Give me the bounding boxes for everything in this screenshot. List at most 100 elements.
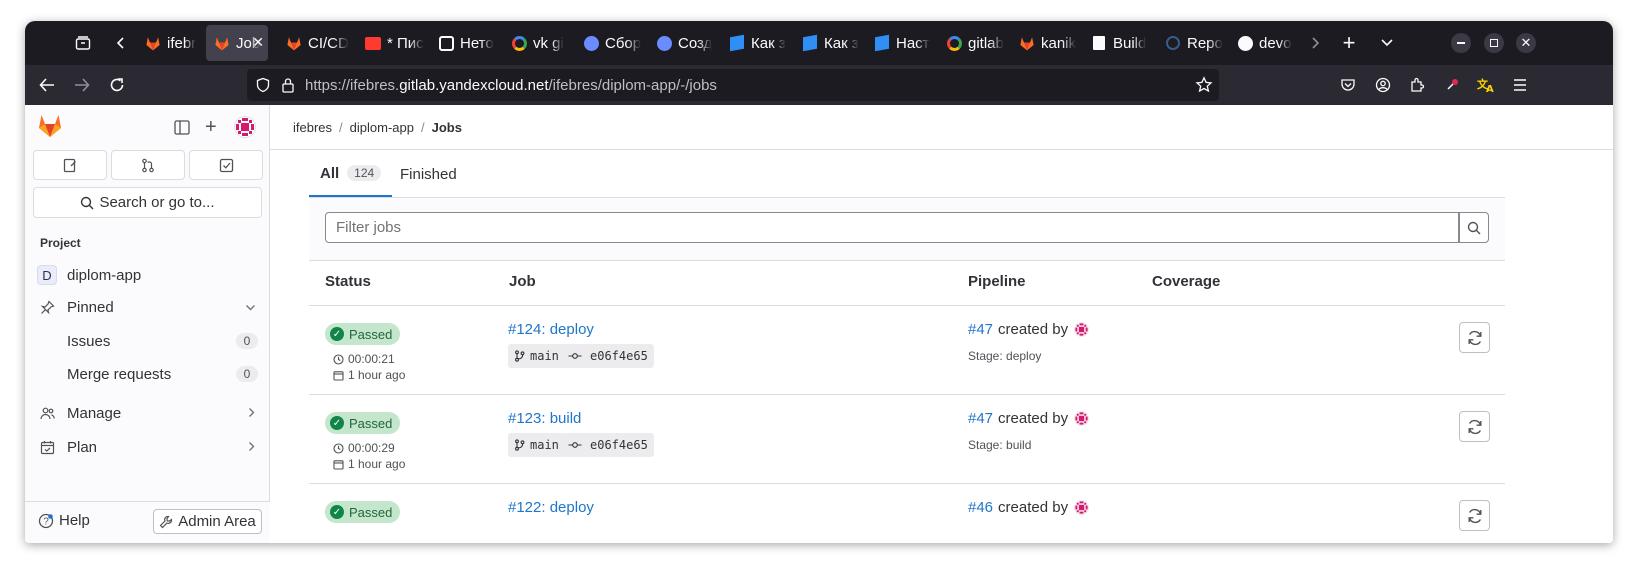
lock-icon[interactable] [281, 77, 295, 98]
sidebar-item-manage[interactable]: Manage [25, 398, 270, 428]
status-badge[interactable]: ✓ Passed [325, 323, 401, 345]
pipeline-link[interactable]: #47 [968, 321, 993, 338]
pinned-section[interactable]: Pinned [25, 292, 270, 322]
browser-tab[interactable]: Сбор [575, 25, 647, 61]
browser-tab[interactable]: CI/CD [278, 25, 351, 61]
forward-icon[interactable] [68, 71, 96, 99]
status-badge[interactable]: ✓ Passed [325, 501, 401, 523]
url-bar[interactable]: https://ifebres.gitlab.yandexcloud.net/i… [247, 69, 1219, 101]
scroll-tabs-left-icon[interactable] [107, 29, 135, 57]
close-window-icon[interactable]: ✕ [1512, 29, 1540, 57]
help-button[interactable]: ? Help [38, 512, 90, 529]
duration: 00:00:21 [333, 352, 395, 366]
extension-pin-icon[interactable] [1438, 71, 1466, 99]
pinned-label: Pinned [67, 298, 114, 316]
job-link[interactable]: #122: deploy [508, 499, 594, 516]
browser-tab[interactable]: Созд [648, 25, 721, 61]
google-icon [511, 35, 527, 51]
tab-groups-icon[interactable] [69, 29, 97, 57]
breadcrumb-project[interactable]: diplom-app [350, 120, 414, 135]
browser-tab[interactable]: gitlab [938, 25, 1011, 61]
retry-icon [1468, 508, 1481, 523]
pocket-icon[interactable] [1334, 71, 1362, 99]
check-circle-icon: ✓ [330, 327, 344, 341]
retry-button[interactable] [1459, 411, 1490, 442]
create-new-icon[interactable]: + [205, 116, 217, 139]
menu-icon[interactable] [1506, 71, 1534, 99]
project-name: diplom-app [67, 266, 142, 284]
todo-shortcut-button[interactable] [189, 150, 263, 180]
extensions-icon[interactable] [1403, 71, 1431, 99]
translate-icon[interactable]: 文A [1472, 71, 1500, 99]
browser-tab[interactable]: Build [1083, 25, 1156, 61]
browser-tab-title: * Пис [387, 34, 424, 52]
book-icon [1091, 35, 1107, 51]
job-link[interactable]: #124: deploy [508, 321, 594, 338]
retry-button[interactable] [1459, 322, 1490, 353]
close-tab-icon[interactable]: ✕ [252, 34, 264, 51]
bookmark-star-icon[interactable] [1195, 76, 1213, 99]
search-button[interactable]: Search or go to... [33, 187, 262, 218]
browser-tab[interactable]: Нето [430, 25, 504, 61]
created-by-text: created by [998, 499, 1069, 516]
url-text[interactable]: https://ifebres.gitlab.yandexcloud.net/i… [305, 77, 717, 94]
users-icon [40, 406, 55, 421]
table-row: ✓ Passed 00:00:29 1 hour ago #123: build… [309, 395, 1505, 484]
netology-icon [438, 35, 454, 51]
gitlab-logo-icon[interactable] [37, 113, 63, 143]
shield-icon[interactable] [255, 77, 271, 98]
breadcrumb: ifebres / diplom-app / Jobs [293, 120, 462, 135]
tab-finished[interactable]: Finished [388, 151, 469, 197]
sidebar-item-plan[interactable]: Plan [25, 432, 270, 462]
status-badge[interactable]: ✓ Passed [325, 412, 401, 434]
scroll-tabs-right-icon[interactable] [1301, 29, 1329, 57]
browser-tab[interactable]: vk gi [503, 25, 575, 61]
filter-jobs-input[interactable]: Filter jobs [325, 212, 1459, 243]
collapse-sidebar-icon[interactable] [174, 120, 190, 140]
browser-tab[interactable]: Repo [1157, 25, 1229, 61]
browser-tab[interactable]: devo [1229, 25, 1301, 61]
back-icon[interactable] [33, 71, 61, 99]
filter-search-button[interactable] [1459, 212, 1489, 243]
gitlab-icon [214, 35, 230, 51]
branch-icon [515, 439, 525, 451]
sidebar-item-merge-requests[interactable]: Merge requests 0 [25, 359, 270, 389]
maximize-icon[interactable] [1480, 29, 1508, 57]
browser-tab[interactable]: kanik [1011, 25, 1084, 61]
cube-icon [874, 34, 890, 52]
jobs-tabs: All 124 Finished [309, 151, 1505, 198]
browser-tab[interactable]: * Пис [357, 25, 429, 61]
pipeline-link[interactable]: #46 [968, 499, 993, 516]
job-link[interactable]: #123: build [508, 410, 581, 427]
project-link[interactable]: D diplom-app [25, 260, 270, 290]
pipeline-info: #46 created by [968, 499, 1090, 516]
list-all-tabs-icon[interactable] [1373, 29, 1401, 57]
minimize-icon[interactable] [1447, 29, 1475, 57]
merge-requests-shortcut-button[interactable] [111, 150, 185, 180]
browser-tab[interactable]: ifebr [137, 25, 205, 61]
help-icon: ? [38, 513, 54, 529]
avatar[interactable] [234, 116, 256, 143]
help-label: Help [59, 512, 90, 529]
pipeline-link[interactable]: #47 [968, 410, 993, 427]
new-tab-icon[interactable]: + [1335, 29, 1363, 57]
browser-tab[interactable]: Как з [721, 25, 793, 61]
branch-chip[interactable]: main [508, 344, 565, 368]
tab-all[interactable]: All 124 [309, 151, 393, 197]
reload-icon[interactable] [103, 71, 131, 99]
browser-tab[interactable]: Наст [866, 25, 938, 61]
commit-chip[interactable]: e06f4e65 [562, 344, 654, 368]
calendar-icon [40, 440, 55, 455]
branch-chip[interactable]: main [508, 433, 565, 457]
chevron-down-icon [245, 300, 256, 315]
account-icon[interactable] [1369, 71, 1397, 99]
browser-tab[interactable]: Jobs✕ [206, 25, 268, 61]
breadcrumb-page[interactable]: Jobs [432, 120, 462, 135]
sidebar-item-issues[interactable]: Issues 0 [25, 326, 270, 356]
admin-area-button[interactable]: Admin Area [153, 509, 262, 534]
browser-tab[interactable]: Как з [794, 25, 866, 61]
breadcrumb-owner[interactable]: ifebres [293, 120, 332, 135]
commit-chip[interactable]: e06f4e65 [562, 433, 654, 457]
issues-shortcut-button[interactable] [33, 150, 107, 180]
retry-button[interactable] [1459, 500, 1490, 531]
